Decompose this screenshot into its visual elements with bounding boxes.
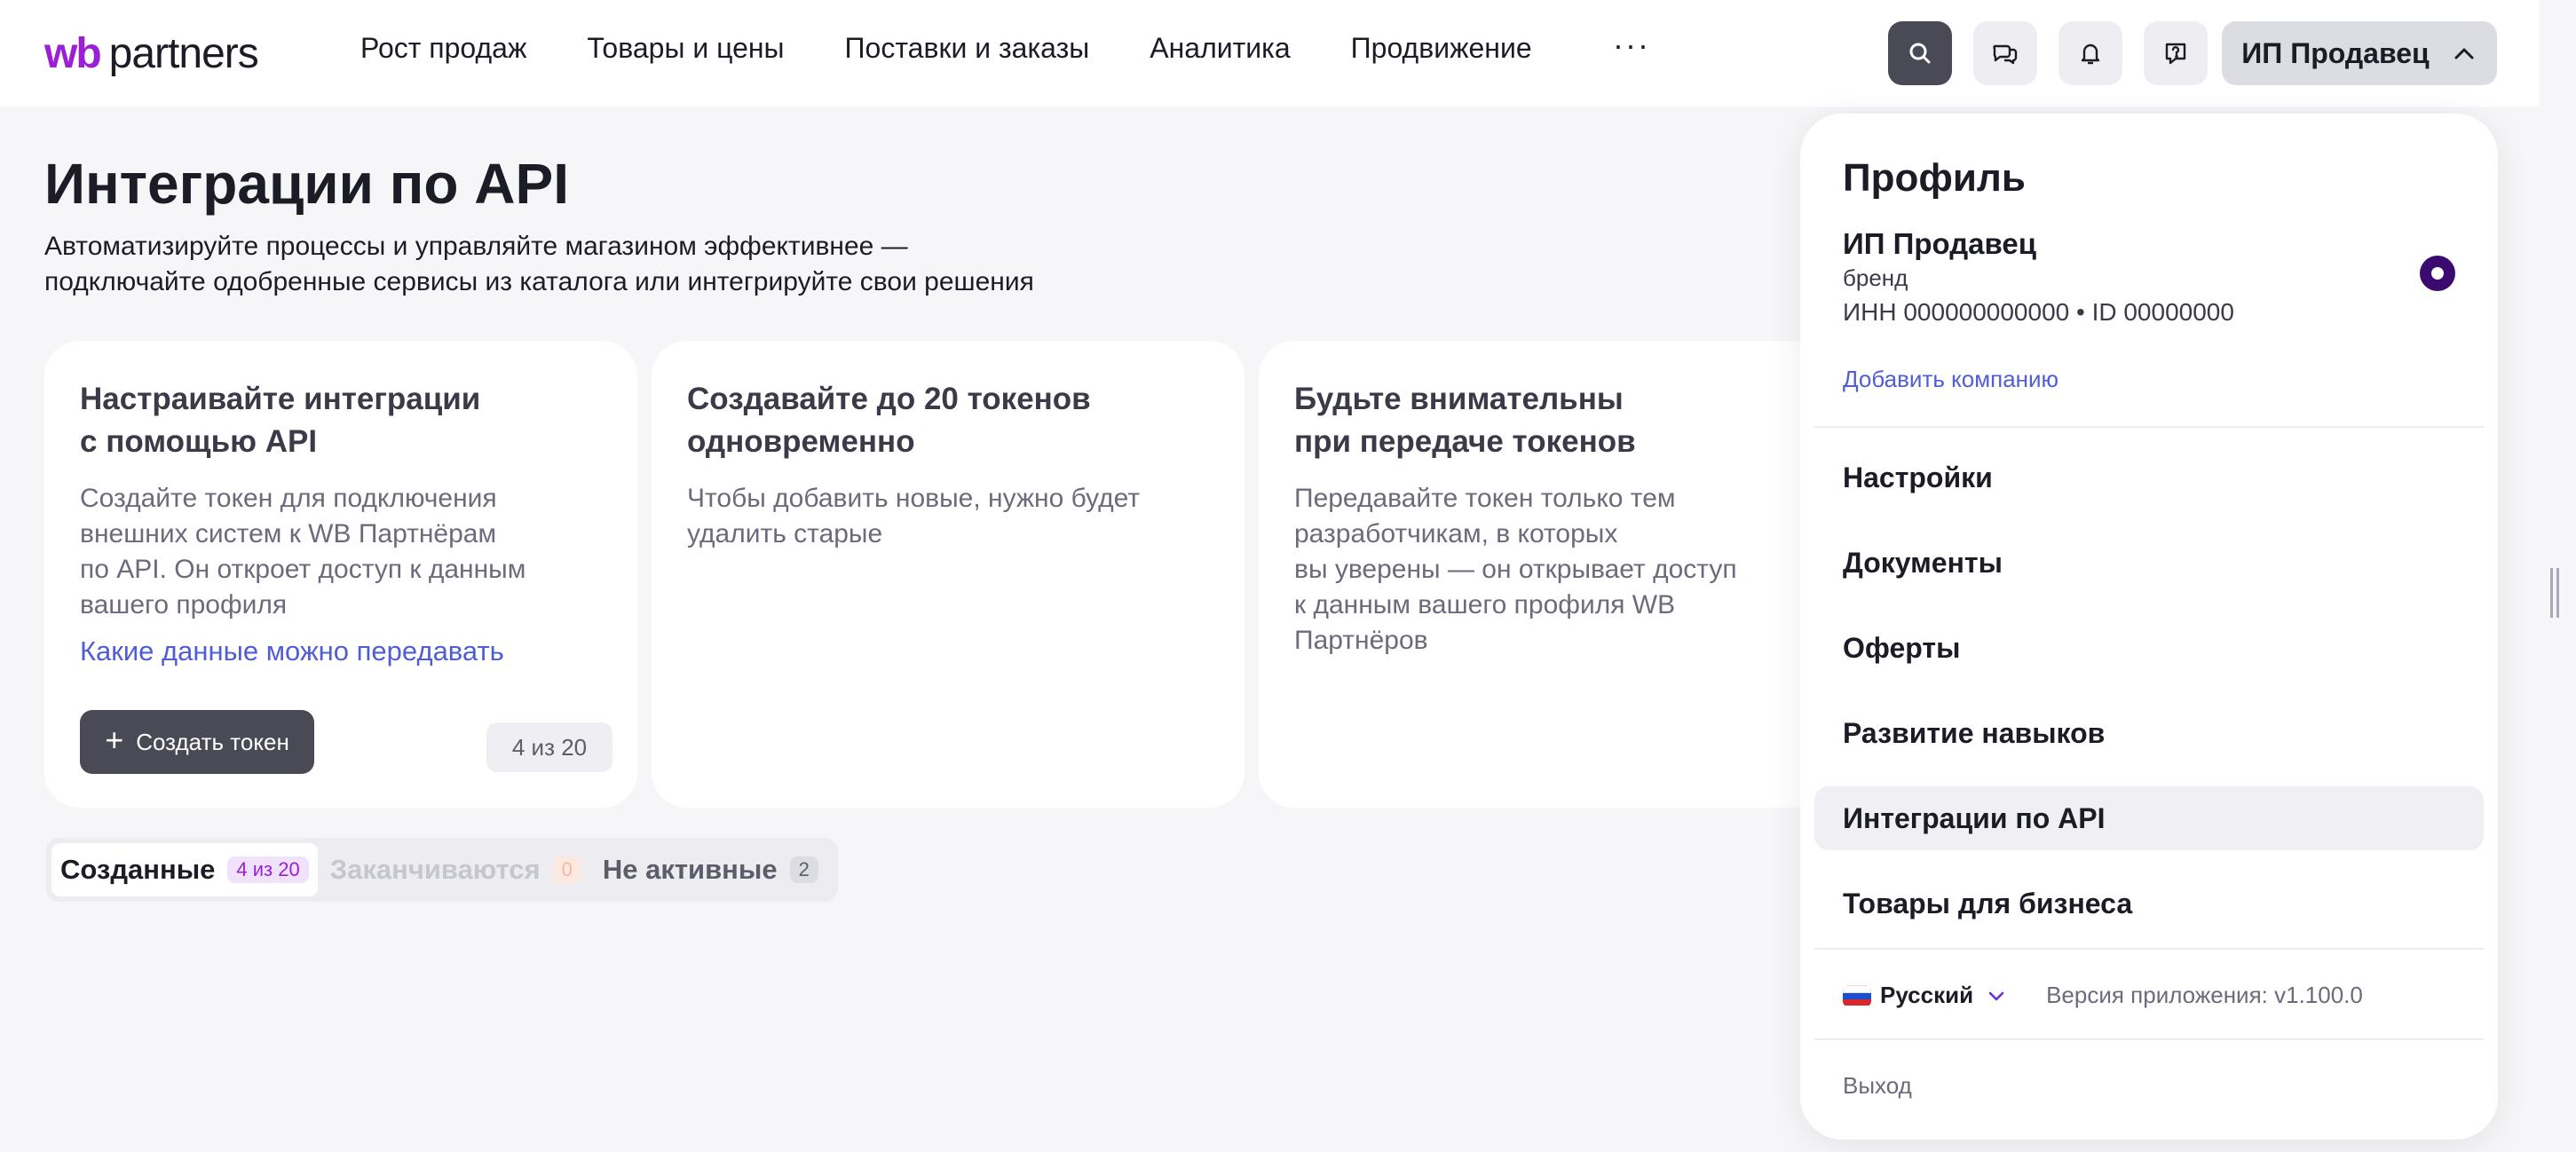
tab-expiring[interactable]: Заканчиваются 0 [321,843,590,896]
dropdown-footer: Русский Версия приложения: v1.100.0 [1843,982,2363,1009]
subtitle-line: подключайте одобренные сервисы из катало… [44,267,1034,296]
info-card-token-limit: Создавайте до 20 токенов одновременно Чт… [652,341,1245,808]
card-title: Будьте внимательны при передаче токенов [1294,378,1791,463]
divider [1814,1038,2484,1040]
search-icon [1909,43,1931,64]
nav-item-sales-growth[interactable]: Рост продаж [360,32,526,65]
card-title: Создавайте до 20 токенов одновременно [687,378,1209,463]
what-data-link[interactable]: Какие данные можно передавать [80,635,504,667]
tab-count-badge: 0 [552,856,581,883]
divider [1814,948,2484,950]
token-tabs: Созданные 4 из 20 Заканчиваются 0 Не акт… [46,838,838,902]
company-name: ИП Продавец [1843,227,2036,260]
card-text: Передавайте токен только тем разработчик… [1294,481,1791,659]
nav-item-products-prices[interactable]: Товары и цены [587,32,784,65]
profile-menu-button[interactable]: ИП Продавец [2222,21,2497,85]
company-type: бренд [1843,264,1908,291]
chat-button[interactable] [1973,21,2037,85]
subtitle-line: Автоматизируйте процессы и управляйте ма… [44,232,908,261]
scrollbar-handle[interactable] [2550,568,2559,618]
page-subtitle: Автоматизируйте процессы и управляйте ма… [44,229,1198,300]
logo-wb-text: wb [44,30,102,77]
tab-created[interactable]: Созданные 4 из 20 [51,843,318,896]
menu-item-documents[interactable]: Документы [1814,531,2484,595]
card-title: Настраивайте интеграции с помощью API [80,378,602,463]
top-header: wb partners Рост продаж Товары и цены По… [0,0,2539,107]
profile-menu: Настройки Документы Оферты Развитие навы… [1814,446,2484,957]
logo-partners-text: partners [108,30,259,77]
search-button[interactable] [1888,21,1952,85]
more-menu-icon[interactable]: ··· [1613,27,1650,64]
card-title-line: Будьте внимательны [1294,382,1624,416]
chevron-down-icon[interactable] [1986,985,2007,1006]
card-text-line: вашего профиля [80,590,288,619]
card-text-line: вы уверены — он открывает доступ [1294,555,1737,584]
card-title-line: одновременно [687,424,915,459]
card-text-line: Партнёров [1294,626,1428,655]
logout-link[interactable]: Выход [1843,1072,1912,1100]
tab-label: Не активные [602,854,778,885]
tab-count-badge: 2 [789,856,818,883]
menu-item-business-goods[interactable]: Товары для бизнеса [1814,872,2484,935]
page: wb partners Рост продаж Товары и цены По… [0,0,2576,1152]
company-select-radio[interactable] [2420,256,2455,291]
tab-inactive[interactable]: Не активные 2 [594,843,827,896]
tab-label: Созданные [60,854,216,885]
nav-item-supplies-orders[interactable]: Поставки и заказы [845,32,1090,65]
card-text-line: удалить старые [687,519,883,548]
card-text-line: Передавайте токен только тем [1294,484,1676,513]
info-card-token-security: Будьте внимательны при передаче токенов … [1259,341,1827,808]
divider [1814,426,2484,428]
card-text-line: по API. Он откроет доступ к данным [80,555,526,584]
profile-dropdown: Профиль ИП Продавец бренд ИНН 0000000000… [1800,114,2498,1140]
menu-item-offers[interactable]: Оферты [1814,616,2484,680]
page-title: Интеграции по API [44,152,569,216]
card-text-line: Создайте токен для подключения [80,484,497,513]
menu-item-settings[interactable]: Настройки [1814,446,2484,509]
main-nav: Рост продаж Товары и цены Поставки и зак… [360,32,1532,65]
info-card-integrations: Настраивайте интеграции с помощью API Со… [44,341,637,808]
card-title-line: с помощью API [80,424,318,459]
card-text: Чтобы добавить новые, нужно будет удалит… [687,481,1209,552]
profile-button-label: ИП Продавец [2241,36,2430,69]
russia-flag-icon [1843,984,1871,1006]
create-token-label: Создать токен [136,728,289,755]
menu-item-skills[interactable]: Развитие навыков [1814,701,2484,765]
chat-icon [1993,44,2018,65]
add-company-link[interactable]: Добавить компанию [1843,366,2058,393]
card-text-line: внешних систем к WB Партнёрам [80,519,497,548]
support-icon [2165,43,2186,65]
card-title-line: Настраивайте интеграции [80,382,481,416]
menu-item-api-integrations[interactable]: Интеграции по API [1814,786,2484,850]
nav-item-promotion[interactable]: Продвижение [1351,32,1532,65]
create-token-button[interactable]: + Создать токен [80,710,314,774]
bell-icon [2081,43,2100,65]
app-version: Версия приложения: v1.100.0 [2046,982,2363,1008]
card-text-line: Чтобы добавить новые, нужно будет [687,484,1141,513]
card-text: Создайте токен для подключения внешних с… [80,481,602,623]
dropdown-title: Профиль [1843,156,2026,200]
card-text-line: к данным вашего профиля WB [1294,590,1676,619]
tab-count-badge: 4 из 20 [227,856,309,883]
nav-item-analytics[interactable]: Аналитика [1150,32,1290,65]
card-text-line: разработчикам, в которых [1294,519,1618,548]
tab-label: Заканчиваются [329,854,541,885]
wb-partners-logo[interactable]: wb partners [44,29,259,78]
company-ids: ИНН 000000000000 • ID 00000000 [1843,298,2234,326]
card-title-line: Создавайте до 20 токенов [687,382,1091,416]
language-selector[interactable]: Русский [1880,982,1973,1009]
notifications-button[interactable] [2058,21,2122,85]
support-button[interactable] [2144,21,2208,85]
token-counter-badge: 4 из 20 [486,722,612,772]
plus-icon: + [105,722,124,758]
chevron-up-icon [2454,48,2474,59]
card-title-line: при передаче токенов [1294,424,1636,459]
